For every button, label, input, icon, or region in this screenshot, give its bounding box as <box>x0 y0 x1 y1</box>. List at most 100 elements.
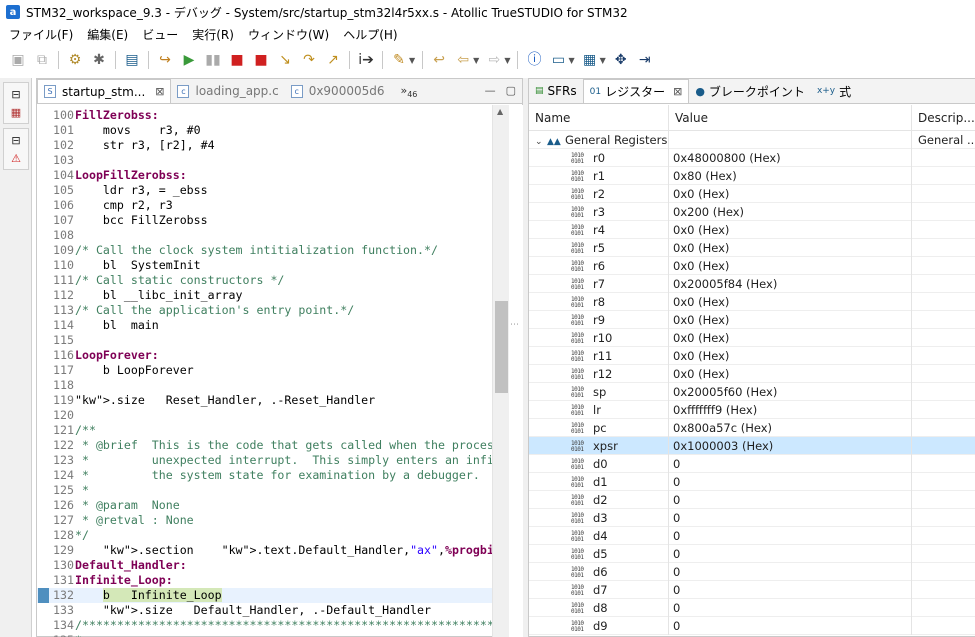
save-all-icon[interactable]: ⧉ <box>32 50 52 70</box>
code-line[interactable]: 100FillZerobss: <box>37 108 492 123</box>
code-line[interactable]: 134/************************************… <box>37 618 523 633</box>
register-value[interactable]: 0 <box>669 455 912 473</box>
register-value[interactable]: 0x0 (Hex) <box>669 185 912 203</box>
chevron-down-icon[interactable]: ▼ <box>600 56 606 65</box>
register-row[interactable]: 1010 0101 r7 0x20005f84 (Hex) <box>529 275 975 293</box>
skip-breakpoints-icon[interactable]: ↪ <box>155 50 175 70</box>
tab-loading-app[interactable]: c loading_app.c <box>171 79 284 103</box>
exit-icon[interactable]: ⇥ <box>635 50 655 70</box>
register-row[interactable]: 1010 0101 d1 0 <box>529 473 975 491</box>
register-row[interactable]: 1010 0101 d6 0 <box>529 563 975 581</box>
menu-edit[interactable]: 編集(E) <box>80 26 135 43</box>
register-row[interactable]: 1010 0101 lr 0xfffffff9 (Hex) <box>529 401 975 419</box>
register-row[interactable]: 1010 0101 d0 0 <box>529 455 975 473</box>
resume-icon[interactable]: ▶ <box>179 50 199 70</box>
register-row[interactable]: 1010 0101 d7 0 <box>529 581 975 599</box>
code-line[interactable]: 109/* Call the clock system intitializat… <box>37 243 492 258</box>
register-value[interactable]: 0 <box>669 545 912 563</box>
code-area[interactable]: 100FillZerobss: 101 movs r3, #0 102 str r3… <box>37 105 523 637</box>
suspend-icon[interactable]: ▮▮ <box>203 50 223 70</box>
column-description[interactable]: Descrip... <box>912 105 975 131</box>
tab-overflow-button[interactable]: »46 <box>400 84 417 103</box>
chevron-down-icon[interactable]: ▼ <box>504 56 510 65</box>
code-line[interactable]: 105 ldr r3, = _ebss <box>37 183 492 198</box>
register-row[interactable]: 1010 0101 r4 0x0 (Hex) <box>529 221 975 239</box>
register-row[interactable]: 1010 0101 r3 0x200 (Hex) <box>529 203 975 221</box>
register-value[interactable]: 0 <box>669 617 912 635</box>
code-line[interactable]: 124 * the system state for examination b… <box>37 468 492 483</box>
code-line[interactable]: 118 <box>37 378 492 393</box>
debug-view-icon[interactable]: ⚠ <box>7 150 25 166</box>
code-line[interactable]: 129 "kw">.section "kw">.text.Default_Han… <box>37 543 508 558</box>
register-row[interactable]: 1010 0101 d4 0 <box>529 527 975 545</box>
register-row[interactable]: 1010 0101 r9 0x0 (Hex) <box>529 311 975 329</box>
instruction-step-icon[interactable]: i➔ <box>356 50 376 70</box>
register-value[interactable]: 0x48000800 (Hex) <box>669 149 912 167</box>
code-line[interactable]: 107 bcc FillZerobss <box>37 213 492 228</box>
register-value[interactable]: 0xfffffff9 (Hex) <box>669 401 912 419</box>
register-row[interactable]: 1010 0101 d2 0 <box>529 491 975 509</box>
register-row[interactable]: 1010 0101 sp 0x20005f60 (Hex) <box>529 383 975 401</box>
back-icon[interactable]: ⇦ <box>453 50 473 70</box>
tab-address[interactable]: c 0x900005d6 <box>285 79 391 103</box>
open-type-icon[interactable]: ✎ <box>389 50 409 70</box>
register-row[interactable]: 1010 0101 d5 0 <box>529 545 975 563</box>
register-row[interactable]: 1010 0101 d3 0 <box>529 509 975 527</box>
restore-icon[interactable]: ⊟ <box>7 132 25 148</box>
debug-build-icon[interactable]: ✱ <box>89 50 109 70</box>
code-line[interactable]: 104LoopFillZerobss: <box>37 168 492 183</box>
code-line[interactable]: 102 str r3, [r2], #4 <box>37 138 492 153</box>
minimize-icon[interactable]: — <box>485 84 496 97</box>
register-row[interactable]: 1010 0101 r10 0x0 (Hex) <box>529 329 975 347</box>
chevron-down-icon[interactable]: ▼ <box>568 56 574 65</box>
step-return-icon[interactable]: ↗ <box>323 50 343 70</box>
chevron-down-icon[interactable]: ▼ <box>473 56 479 65</box>
register-value[interactable]: 0x0 (Hex) <box>669 293 912 311</box>
register-row[interactable]: 1010 0101 r2 0x0 (Hex) <box>529 185 975 203</box>
register-row[interactable]: 1010 0101 r0 0x48000800 (Hex) <box>529 149 975 167</box>
code-line[interactable]: 117 b LoopForever <box>37 363 492 378</box>
code-line[interactable]: 135* <box>37 633 492 637</box>
sash-grip-icon[interactable]: ⋯ <box>510 320 519 330</box>
code-line[interactable]: 126 * @param None <box>37 498 492 513</box>
register-value[interactable]: 0 <box>669 563 912 581</box>
register-group-row[interactable]: ⌄ ▲▲ General Registers General ... <box>529 131 975 149</box>
terminate-icon[interactable]: ■ <box>227 50 247 70</box>
code-line[interactable]: 120 <box>37 408 492 423</box>
code-line[interactable]: 106 cmp r2, r3 <box>37 198 492 213</box>
step-over-icon[interactable]: ↷ <box>299 50 319 70</box>
code-line[interactable]: 127 * @retval : None <box>37 513 492 528</box>
close-icon[interactable]: ⊠ <box>155 85 164 98</box>
code-line[interactable]: 121/** <box>37 423 492 438</box>
code-line[interactable]: 116LoopForever: <box>37 348 492 363</box>
restore-icon[interactable]: ⊟ <box>7 86 25 102</box>
code-line[interactable]: 115 <box>37 333 492 348</box>
register-value[interactable]: 0x0 (Hex) <box>669 347 912 365</box>
code-line[interactable]: 130Default_Handler: <box>37 558 492 573</box>
register-value[interactable]: 0 <box>669 599 912 617</box>
maximize-icon[interactable]: ▢ <box>506 84 516 97</box>
code-line[interactable]: 123 * unexpected interrupt. This simply … <box>37 453 494 468</box>
code-line[interactable]: 101 movs r3, #0 <box>37 123 492 138</box>
code-line[interactable]: 122 * @brief This is the code that gets … <box>37 438 501 453</box>
build-settings-icon[interactable]: ⚙ <box>65 50 85 70</box>
register-row[interactable]: 1010 0101 r12 0x0 (Hex) <box>529 365 975 383</box>
code-line[interactable]: 103 <box>37 153 492 168</box>
register-row[interactable]: 1010 0101 r6 0x0 (Hex) <box>529 257 975 275</box>
close-icon[interactable]: ⊠ <box>673 85 682 98</box>
code-line[interactable]: 111/* Call static constructors */ <box>37 273 492 288</box>
register-value[interactable]: 0x800a57c (Hex) <box>669 419 912 437</box>
tab-expressions[interactable]: x+y 式 <box>811 79 857 103</box>
terminal-icon[interactable]: ▤ <box>122 50 142 70</box>
code-line[interactable]: 112 bl __libc_init_array <box>37 288 492 303</box>
scroll-up-icon[interactable]: ▲ <box>497 107 503 116</box>
register-row[interactable]: 1010 0101 r5 0x0 (Hex) <box>529 239 975 257</box>
chevron-down-icon[interactable]: ⌄ <box>535 133 547 149</box>
register-value[interactable]: 0x0 (Hex) <box>669 257 912 275</box>
terminate-relaunch-icon[interactable]: ■ <box>251 50 271 70</box>
register-value[interactable]: 0 <box>669 509 912 527</box>
register-row[interactable]: 1010 0101 d9 0 <box>529 617 975 635</box>
info-icon[interactable]: ⓘ <box>524 50 544 70</box>
register-value[interactable]: 0x20005f60 (Hex) <box>669 383 912 401</box>
register-value[interactable]: 0x0 (Hex) <box>669 239 912 257</box>
